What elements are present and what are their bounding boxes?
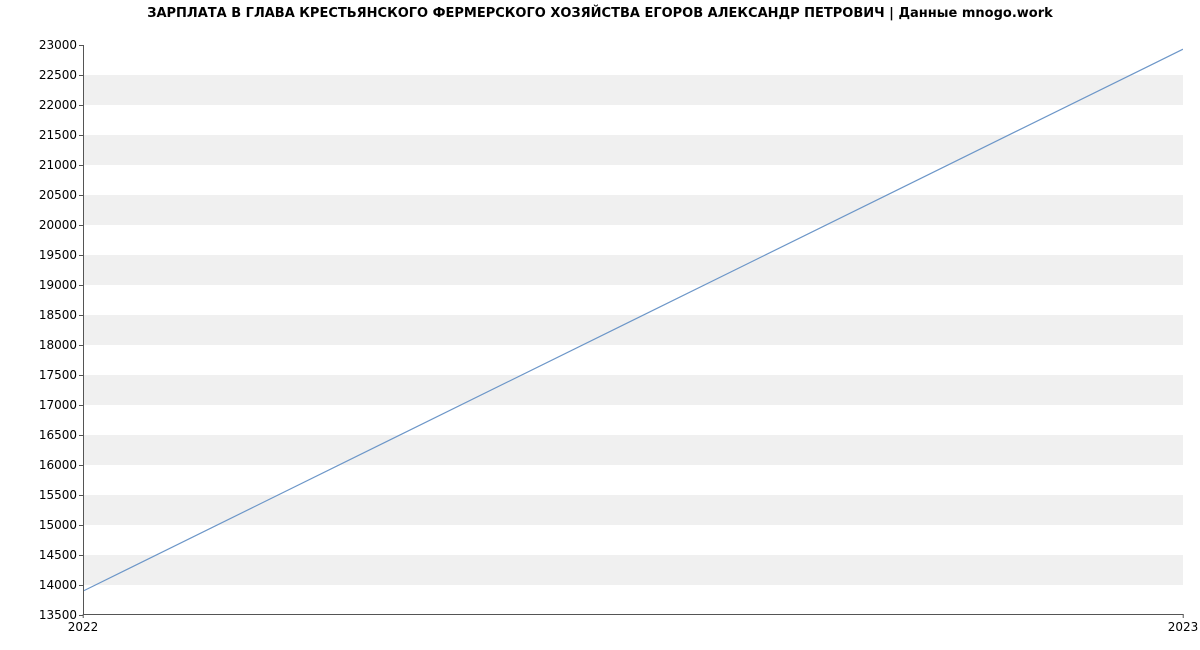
y-tick-label: 18500 — [27, 308, 77, 322]
y-tick-label: 16000 — [27, 458, 77, 472]
chart-title: ЗАРПЛАТА В ГЛАВА КРЕСТЬЯНСКОГО ФЕРМЕРСКО… — [0, 6, 1200, 21]
x-tick-label: 2023 — [1168, 620, 1199, 634]
y-tick-label: 14500 — [27, 548, 77, 562]
y-tick-label: 16500 — [27, 428, 77, 442]
y-tick-label: 17500 — [27, 368, 77, 382]
y-tick-label: 18000 — [27, 338, 77, 352]
y-tick-label: 23000 — [27, 38, 77, 52]
data-line — [84, 49, 1183, 590]
x-tick-label: 2022 — [68, 620, 99, 634]
y-tick-label: 19000 — [27, 278, 77, 292]
y-tick-label: 15000 — [27, 518, 77, 532]
y-tick-label: 17000 — [27, 398, 77, 412]
plot-area — [83, 45, 1183, 615]
y-tick-label: 22000 — [27, 98, 77, 112]
y-tick-label: 20500 — [27, 188, 77, 202]
y-tick-label: 21000 — [27, 158, 77, 172]
y-tick-label: 19500 — [27, 248, 77, 262]
y-tick-label: 15500 — [27, 488, 77, 502]
chart-container: ЗАРПЛАТА В ГЛАВА КРЕСТЬЯНСКОГО ФЕРМЕРСКО… — [0, 0, 1200, 650]
y-tick-label: 14000 — [27, 578, 77, 592]
y-tick-label: 21500 — [27, 128, 77, 142]
y-tick-label: 22500 — [27, 68, 77, 82]
y-tick-label: 20000 — [27, 218, 77, 232]
